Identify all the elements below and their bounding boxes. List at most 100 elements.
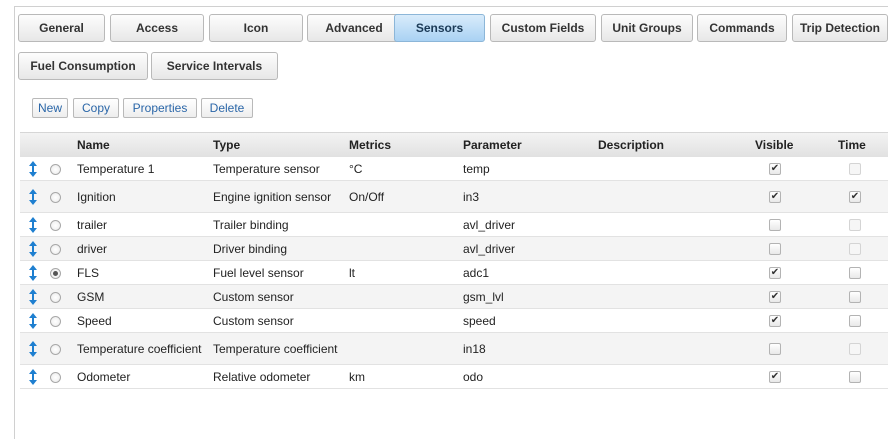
column-header-parameter[interactable]: Parameter <box>463 133 522 157</box>
drag-handle-icon[interactable] <box>28 313 38 329</box>
cell-type: Relative odometer <box>213 370 311 384</box>
cell-metrics <box>349 237 457 261</box>
table-header: Name Type Metrics Parameter Description … <box>20 132 888 158</box>
cell-description <box>598 181 748 213</box>
tab-commands[interactable]: Commands <box>697 14 787 42</box>
cell-parameter: avl_driver <box>463 218 516 232</box>
tab-service-intervals[interactable]: Service Intervals <box>151 52 278 80</box>
cell-name: trailer <box>77 218 108 232</box>
drag-handle-icon[interactable] <box>28 241 38 257</box>
cell-metrics <box>349 285 457 309</box>
row-select-radio[interactable] <box>50 291 61 303</box>
tab-general[interactable]: General <box>18 14 105 42</box>
row-select-radio[interactable] <box>50 219 61 231</box>
cell-name: Odometer <box>77 370 131 384</box>
cell-metrics <box>349 333 457 365</box>
column-header-metrics[interactable]: Metrics <box>349 133 391 157</box>
drag-handle-icon[interactable] <box>28 189 38 205</box>
tab-fuel-consumption[interactable]: Fuel Consumption <box>18 52 148 80</box>
visible-checkbox[interactable]: ✔ <box>769 315 781 327</box>
cell-description <box>598 365 748 389</box>
visible-checkbox[interactable] <box>769 219 781 231</box>
drag-handle-icon[interactable] <box>28 161 38 177</box>
drag-handle-icon[interactable] <box>28 289 38 305</box>
drag-handle-icon[interactable] <box>28 369 38 385</box>
properties-button[interactable]: Properties <box>123 98 197 118</box>
table-row[interactable]: Temperature 1 Temperature sensor °C temp ✔ <box>20 157 888 181</box>
cell-type: Temperature sensor <box>213 162 320 176</box>
column-header-time[interactable]: Time <box>838 133 866 157</box>
time-checkbox[interactable] <box>849 291 861 303</box>
row-select-radio[interactable] <box>50 243 61 255</box>
table-row[interactable]: trailer Trailer binding avl_driver <box>20 213 888 237</box>
visible-checkbox[interactable]: ✔ <box>769 267 781 279</box>
tab-trip-detection[interactable]: Trip Detection <box>792 14 888 42</box>
drag-handle-icon[interactable] <box>28 217 38 233</box>
cell-parameter: in3 <box>463 190 480 204</box>
cell-type: Driver binding <box>213 242 288 256</box>
cell-name: Ignition <box>77 190 116 204</box>
cell-parameter: speed <box>463 314 496 328</box>
cell-type: Custom sensor <box>213 314 294 328</box>
drag-handle-icon[interactable] <box>28 341 38 357</box>
visible-checkbox[interactable]: ✔ <box>769 191 781 203</box>
copy-button[interactable]: Copy <box>73 98 119 118</box>
visible-checkbox[interactable]: ✔ <box>769 371 781 383</box>
cell-description <box>598 237 748 261</box>
row-select-radio[interactable] <box>50 315 61 327</box>
time-checkbox[interactable]: ✔ <box>849 191 861 203</box>
column-header-type[interactable]: Type <box>213 133 240 157</box>
tab-access[interactable]: Access <box>110 14 204 42</box>
row-select-radio[interactable] <box>50 371 61 383</box>
cell-description <box>598 213 748 237</box>
time-checkbox[interactable] <box>849 371 861 383</box>
cell-parameter: temp <box>463 162 490 176</box>
table-row[interactable]: driver Driver binding avl_driver <box>20 237 888 261</box>
cell-type: Custom sensor <box>213 290 294 304</box>
cell-metrics: °C <box>349 162 363 176</box>
new-button[interactable]: New <box>32 98 68 118</box>
tab-advanced[interactable]: Advanced <box>307 14 401 42</box>
tab-icon[interactable]: Icon <box>209 14 303 42</box>
cell-name: driver <box>77 242 108 256</box>
cell-metrics: On/Off <box>349 190 385 204</box>
row-select-radio[interactable] <box>50 163 61 175</box>
cell-name: Temperature coefficient <box>77 342 202 356</box>
table-row[interactable]: Speed Custom sensor speed ✔ <box>20 309 888 333</box>
table-row[interactable]: Temperature coefficient Temperature coeff… <box>20 333 888 365</box>
visible-checkbox[interactable] <box>769 343 781 355</box>
drag-handle-icon[interactable] <box>28 265 38 281</box>
table-row[interactable]: GSM Custom sensor gsm_lvl ✔ <box>20 285 888 309</box>
column-header-name[interactable]: Name <box>77 133 110 157</box>
table-row[interactable]: Ignition Engine ignition sensor On/Off in3 ✔… <box>20 181 888 213</box>
cell-description <box>598 261 748 285</box>
delete-button[interactable]: Delete <box>201 98 253 118</box>
time-checkbox <box>849 163 861 175</box>
time-checkbox <box>849 243 861 255</box>
cell-description <box>598 309 748 333</box>
column-header-description[interactable]: Description <box>598 133 664 157</box>
cell-description <box>598 285 748 309</box>
row-select-radio[interactable] <box>50 191 61 203</box>
table-row[interactable]: FLS Fuel level sensor lt adc1 ✔ <box>20 261 888 285</box>
tab-custom-fields[interactable]: Custom Fields <box>490 14 596 42</box>
cell-type: Fuel level sensor <box>213 266 304 280</box>
time-checkbox[interactable] <box>849 267 861 279</box>
cell-name: GSM <box>77 290 105 304</box>
visible-checkbox[interactable]: ✔ <box>769 163 781 175</box>
column-header-visible[interactable]: Visible <box>755 133 793 157</box>
tab-unit-groups[interactable]: Unit Groups <box>601 14 693 42</box>
cell-name: FLS <box>77 266 100 280</box>
time-checkbox <box>849 343 861 355</box>
cell-metrics <box>349 213 457 237</box>
table-row[interactable]: Odometer Relative odometer km odo ✔ <box>20 365 888 389</box>
cell-parameter: in18 <box>463 342 486 356</box>
tab-sensors[interactable]: Sensors <box>394 14 485 42</box>
time-checkbox[interactable] <box>849 315 861 327</box>
row-select-radio[interactable] <box>50 267 61 279</box>
row-select-radio[interactable] <box>50 343 61 355</box>
visible-checkbox[interactable]: ✔ <box>769 291 781 303</box>
visible-checkbox[interactable] <box>769 243 781 255</box>
cell-parameter: avl_driver <box>463 242 516 256</box>
cell-parameter: odo <box>463 370 484 384</box>
